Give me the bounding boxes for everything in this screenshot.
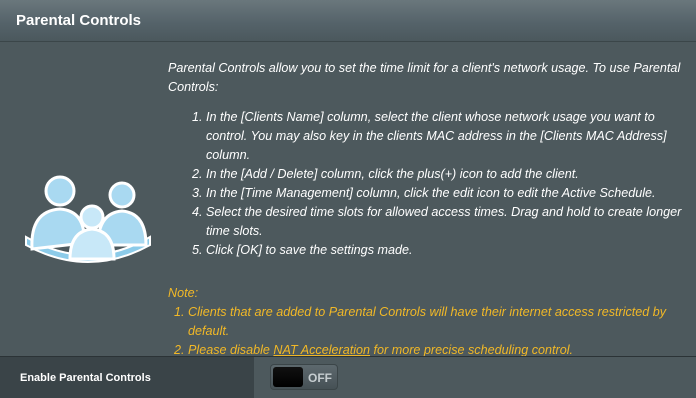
step-number: 5. — [192, 243, 203, 257]
note-text-before: Please disable — [188, 343, 274, 357]
note-title: Note: — [168, 286, 199, 300]
family-icon — [25, 175, 151, 263]
step-text: Select the desired time slots for allowe… — [206, 205, 682, 238]
step-text: In the [Time Management] column, click t… — [206, 186, 656, 200]
step-text: In the [Add / Delete] column, click the … — [206, 167, 579, 181]
instructions: Parental Controls allow you to set the t… — [168, 59, 688, 260]
note-item: 1. Clients that are added to Parental Co… — [174, 303, 688, 341]
step-number: 1. — [192, 110, 203, 124]
toggle-knob — [273, 367, 303, 387]
step-item: 2. In the [Add / Delete] column, click th… — [192, 165, 688, 184]
step-item: 3. In the [Time Management] column, click… — [192, 184, 688, 203]
note-block: Note: 1. Clients that are added to Paren… — [168, 284, 688, 360]
description-panel: Parental Controls allow you to set the t… — [0, 42, 696, 357]
step-number: 3. — [192, 186, 203, 200]
step-item: 1. In the [Clients Name] column, select t… — [192, 108, 688, 165]
note-number: 1. — [174, 305, 185, 319]
page-header: Parental Controls — [0, 0, 696, 42]
steps-list: 1. In the [Clients Name] column, select t… — [168, 108, 688, 260]
enable-parental-controls-toggle[interactable]: OFF — [270, 364, 338, 390]
intro-text: Parental Controls allow you to set the t… — [168, 61, 681, 94]
step-text: In the [Clients Name] column, select the… — [206, 110, 667, 162]
note-text-after: for more precise scheduling control. — [370, 343, 574, 357]
note-text: Clients that are added to Parental Contr… — [188, 305, 667, 338]
enable-parental-controls-row: Enable Parental Controls OFF — [0, 356, 696, 398]
nat-acceleration-link[interactable]: NAT Acceleration — [273, 343, 370, 357]
toggle-state-label: OFF — [308, 371, 332, 385]
step-number: 4. — [192, 205, 203, 219]
step-item: 5. Click [OK] to save the settings made. — [192, 241, 688, 260]
step-text: Click [OK] to save the settings made. — [206, 243, 413, 257]
enable-parental-controls-label: Enable Parental Controls — [0, 357, 254, 398]
step-item: 4. Select the desired time slots for allo… — [192, 203, 688, 241]
note-list: 1. Clients that are added to Parental Co… — [168, 303, 688, 360]
step-number: 2. — [192, 167, 203, 181]
setting-value-cell: OFF — [254, 357, 696, 398]
page-title: Parental Controls — [16, 12, 142, 29]
